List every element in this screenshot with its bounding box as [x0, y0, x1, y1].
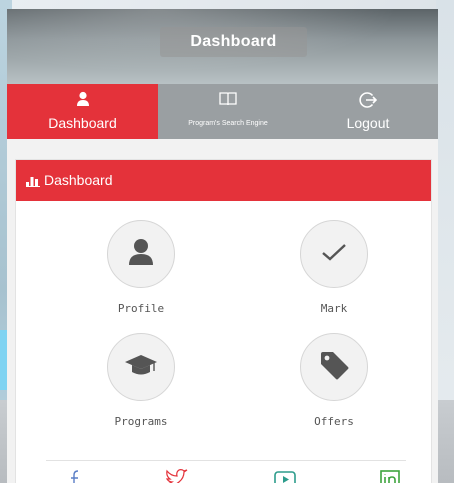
mark-tile[interactable]: Mark	[274, 220, 394, 315]
facebook-icon[interactable]	[64, 468, 86, 483]
tab-search-engine[interactable]: Program's Search Engine	[158, 84, 298, 139]
tab-search-engine-label: Program's Search Engine	[188, 120, 268, 127]
tab-bar: Dashboard Program's Search Engine Logout	[7, 84, 438, 139]
tab-dashboard[interactable]: Dashboard	[7, 84, 158, 139]
card-header: Dashboard	[16, 160, 431, 201]
profile-label: Profile	[117, 302, 165, 315]
youtube-icon[interactable]	[273, 468, 297, 483]
tab-logout[interactable]: Logout	[298, 84, 438, 139]
profile-icon-circle	[107, 220, 175, 288]
tag-icon	[318, 349, 350, 386]
social-bar	[46, 460, 406, 483]
tab-dashboard-label: Dashboard	[48, 115, 117, 131]
profile-tile[interactable]: Profile	[81, 220, 201, 315]
tab-logout-label: Logout	[346, 115, 390, 131]
logout-icon	[298, 91, 438, 109]
mark-icon-circle	[300, 220, 368, 288]
page-title: Dashboard	[160, 27, 307, 57]
user-icon	[128, 238, 154, 271]
programs-icon-circle	[107, 333, 175, 401]
programs-tile[interactable]: Programs	[81, 333, 201, 428]
linkedin-icon[interactable]	[379, 468, 401, 483]
dashboard-card: Dashboard Profile Mark Programs Offers	[15, 159, 432, 483]
offers-tile[interactable]: Offers	[274, 333, 394, 428]
check-icon	[321, 242, 347, 267]
offers-label: Offers	[314, 415, 354, 428]
app-frame: Dashboard Dashboard Program's Search Eng…	[7, 9, 438, 483]
book-icon	[158, 91, 298, 109]
mark-label: Mark	[320, 302, 348, 315]
card-title: Dashboard	[44, 172, 113, 188]
user-icon	[7, 91, 158, 109]
twitter-icon[interactable]	[164, 468, 190, 483]
graduation-cap-icon	[124, 353, 158, 382]
bar-chart-icon	[26, 174, 40, 187]
programs-label: Programs	[114, 415, 168, 428]
offers-icon-circle	[300, 333, 368, 401]
header: Dashboard	[7, 9, 438, 84]
